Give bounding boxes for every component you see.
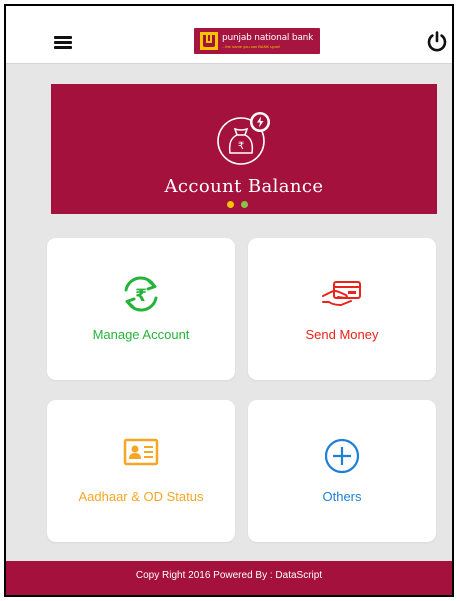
hamburger-menu-icon[interactable] [54, 36, 72, 50]
banner-title: Account Balance [164, 176, 324, 197]
id-card-icon [123, 438, 159, 466]
manage-account-tile[interactable]: ₹ Manage Account [47, 238, 235, 380]
send-money-label: Send Money [305, 327, 379, 342]
others-tile[interactable]: Others [248, 400, 436, 542]
copyright-text: Copy Right 2016 Powered By : DataScript [135, 569, 323, 581]
logo-text: punjab national bank ...the name you can… [222, 32, 314, 49]
app-footer: Copy Right 2016 Powered By : DataScript [6, 561, 452, 595]
send-money-tile[interactable]: Send Money [248, 238, 436, 380]
app-header: punjab national bank ...the name you can… [6, 6, 452, 64]
manage-account-label: Manage Account [92, 327, 190, 342]
carousel-indicator [227, 201, 248, 208]
money-bag-icon: ₹ [217, 112, 270, 165]
logo-name: punjab national bank [222, 32, 314, 43]
svg-text:₹: ₹ [238, 141, 244, 152]
aadhaar-od-status-label: Aadhaar & OD Status [78, 489, 204, 504]
others-label: Others [322, 489, 362, 504]
rupee-refresh-icon: ₹ [124, 276, 158, 312]
account-balance-banner[interactable]: ₹ Account Balance [51, 84, 437, 214]
bank-emblem-icon [200, 32, 218, 50]
power-icon[interactable] [425, 30, 449, 54]
svg-text:₹: ₹ [135, 286, 147, 306]
carousel-dot[interactable] [241, 201, 248, 208]
app-frame: punjab national bank ...the name you can… [4, 4, 454, 597]
logo-tagline: ...the name you can BANK upon! [222, 43, 281, 49]
card-hand-icon [322, 281, 361, 306]
bank-logo: punjab national bank ...the name you can… [194, 28, 320, 54]
plus-circle-icon [324, 438, 360, 474]
aadhaar-od-status-tile[interactable]: Aadhaar & OD Status [47, 400, 235, 542]
carousel-dot-active[interactable] [227, 201, 234, 208]
